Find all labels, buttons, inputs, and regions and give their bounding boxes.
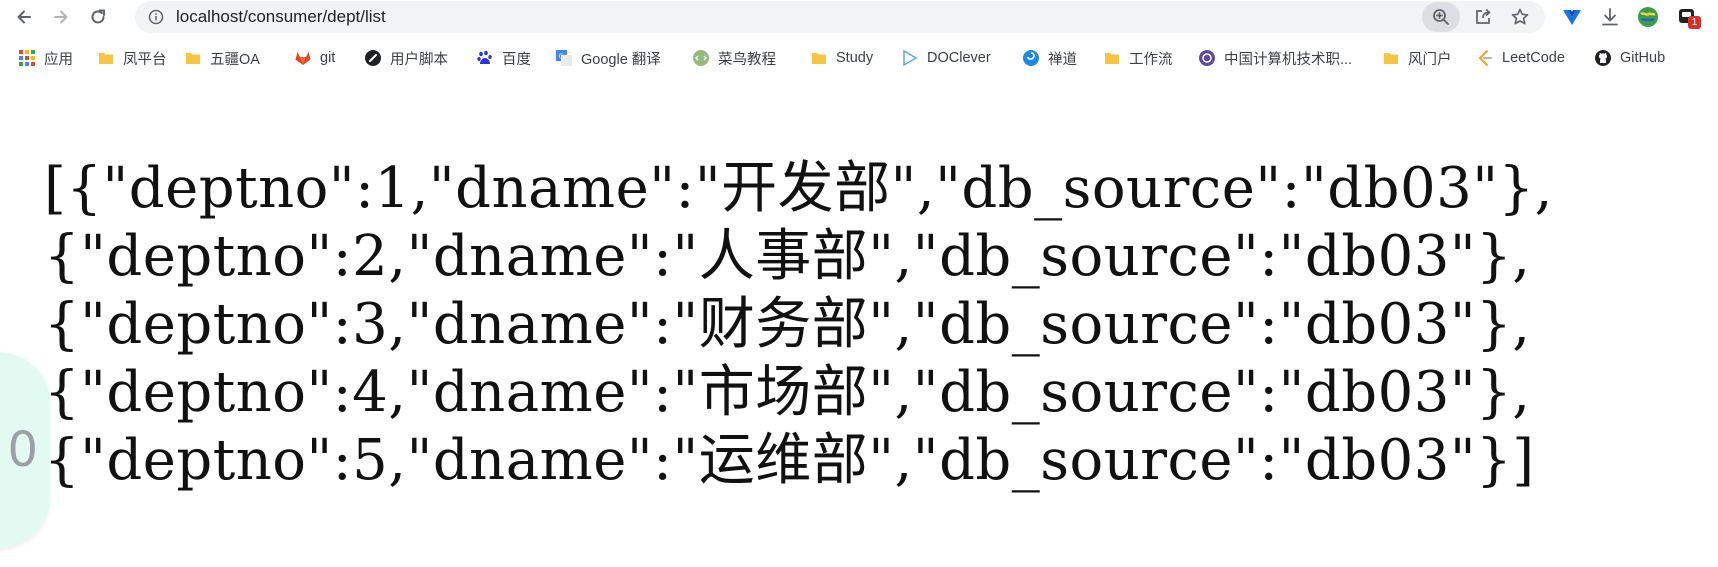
bookmarks-bar: 应用 凤平台 五疆OA git 用户脚本 百度 G Google 翻译 菜鸟教程…	[0, 42, 1718, 74]
arrow-left-icon	[17, 10, 31, 24]
json-line: {"deptno":5,"dname":"运维部","db_source":"d…	[44, 428, 1535, 493]
bookmark-leetcode[interactable]: LeetCode	[1476, 42, 1565, 74]
bookmark-label: 应用	[44, 51, 73, 68]
site-info-icon[interactable]	[148, 9, 164, 25]
zoom-button[interactable]	[1422, 2, 1460, 32]
bookmark-label: 禅道	[1048, 51, 1077, 68]
baidu-paw-icon	[476, 49, 494, 67]
star-icon	[1511, 8, 1529, 25]
zentao-icon	[1022, 49, 1040, 67]
bookmark-runoob[interactable]: 菜鸟教程	[692, 42, 776, 74]
json-line: {"deptno":3,"dname":"财务部","db_source":"d…	[44, 292, 1531, 357]
github-icon	[1594, 49, 1612, 67]
forward-button[interactable]	[47, 3, 75, 31]
browser-toolbar: localhost/consumer/dept/list 1	[0, 0, 1718, 34]
bookmark-folder-study[interactable]: Study	[810, 42, 873, 74]
bookmark-label: 工作流	[1129, 51, 1173, 68]
bookmark-userscript[interactable]: 用户脚本	[364, 42, 448, 74]
google-translate-icon: G	[555, 49, 573, 67]
address-bar[interactable]: localhost/consumer/dept/list	[135, 1, 1545, 33]
reload-icon	[91, 9, 105, 24]
vee-extension-icon	[1563, 10, 1581, 25]
json-line: {"deptno":4,"dname":"市场部","db_source":"d…	[44, 360, 1531, 425]
side-widget-text: 0	[7, 422, 38, 478]
extension-notification-badge: 1	[1688, 16, 1701, 29]
leetcode-icon	[1476, 49, 1494, 67]
folder-icon	[97, 49, 115, 67]
bookmark-zentao[interactable]: 禅道	[1022, 42, 1077, 74]
bookmark-git[interactable]: git	[294, 42, 335, 74]
back-button[interactable]	[10, 3, 38, 31]
zoom-in-icon	[1433, 9, 1449, 25]
bookmark-ceac[interactable]: 中国计算机技术职...	[1198, 42, 1352, 74]
bookmark-label: 凤平台	[123, 51, 167, 68]
svg-text:G: G	[559, 53, 564, 61]
folder-icon	[1103, 49, 1121, 67]
bookmark-github[interactable]: GitHub	[1594, 42, 1665, 74]
extension-badged[interactable]: 1	[1676, 5, 1701, 29]
bookmark-label: 风门户	[1408, 51, 1452, 68]
extension-globe[interactable]	[1636, 5, 1660, 29]
download-icon	[1602, 8, 1618, 26]
runoob-icon	[692, 49, 710, 67]
bookmark-baidu[interactable]: 百度	[476, 42, 531, 74]
bookmark-label: 用户脚本	[390, 51, 448, 68]
bookmark-label: LeetCode	[1502, 50, 1565, 66]
bookmark-label: DOClever	[927, 50, 991, 66]
folder-icon	[184, 49, 202, 67]
reload-button[interactable]	[84, 3, 112, 31]
extension-vue-devtools[interactable]	[1560, 5, 1584, 29]
userscript-icon	[364, 49, 382, 67]
bookmark-label: Study	[836, 50, 874, 66]
bookmark-folder-fengmenhu[interactable]: 风门户	[1382, 42, 1452, 74]
bookmark-folder-oa[interactable]: 五疆OA	[184, 42, 260, 74]
bookmark-label: Google 翻译	[581, 51, 661, 68]
folder-icon	[810, 49, 828, 67]
bookmark-star-button[interactable]	[1510, 7, 1530, 27]
bookmark-apps[interactable]: 应用	[18, 42, 73, 74]
page-content: 0 [{"deptno":1,"dname":"开发部","db_source"…	[0, 80, 1718, 567]
floating-side-widget[interactable]: 0	[0, 352, 50, 548]
bookmark-label: 菜鸟教程	[718, 51, 776, 68]
json-line: {"deptno":2,"dname":"人事部","db_source":"d…	[44, 224, 1531, 289]
doclever-icon	[901, 49, 919, 67]
folder-icon	[1382, 49, 1400, 67]
downloads-button[interactable]	[1598, 5, 1622, 29]
share-icon	[1476, 8, 1491, 24]
bookmark-label: git	[320, 50, 336, 66]
bookmark-folder-fengpingtai[interactable]: 凤平台	[97, 42, 167, 74]
apps-grid-icon	[18, 49, 36, 67]
bookmark-doclever[interactable]: DOClever	[901, 42, 991, 74]
bookmark-google-translate[interactable]: G Google 翻译	[555, 42, 661, 74]
ceac-logo-icon	[1198, 49, 1216, 67]
bookmark-label: 中国计算机技术职...	[1224, 51, 1353, 68]
bookmark-folder-workflow[interactable]: 工作流	[1103, 42, 1173, 74]
bookmark-label: GitHub	[1620, 50, 1666, 66]
globe-extension-icon	[1638, 7, 1658, 27]
bookmark-label: 百度	[502, 51, 531, 68]
url-text[interactable]: localhost/consumer/dept/list	[176, 1, 386, 33]
arrow-right-icon	[54, 10, 68, 24]
json-line: [{"deptno":1,"dname":"开发部","db_source":"…	[44, 156, 1553, 221]
bookmark-label: 五疆OA	[210, 51, 260, 68]
share-button[interactable]	[1473, 7, 1493, 27]
gitlab-icon	[294, 49, 312, 67]
